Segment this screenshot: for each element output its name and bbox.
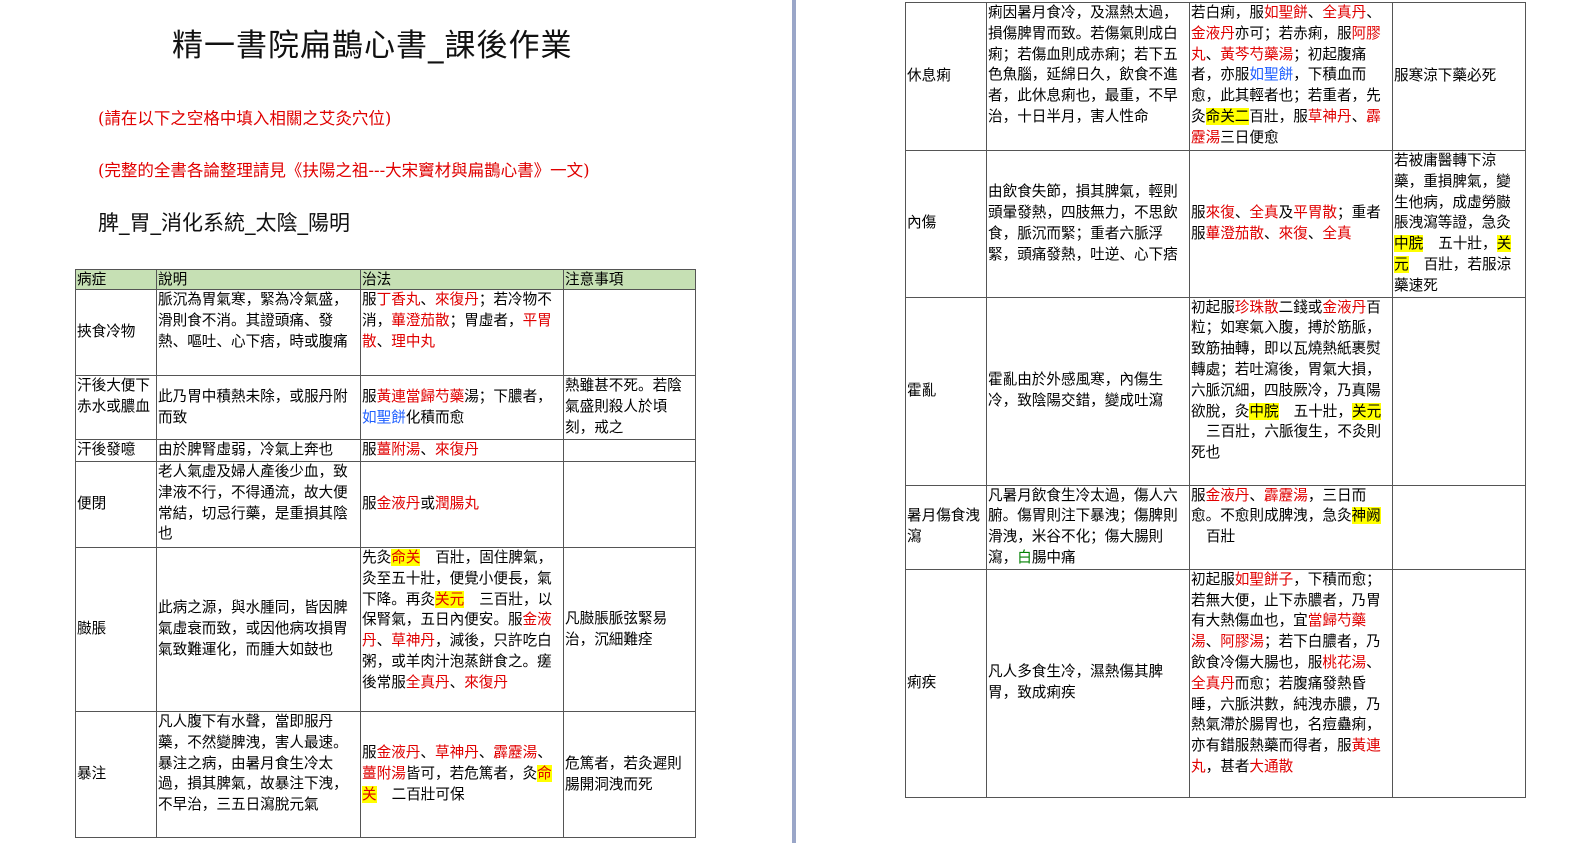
disease-cell: 內傷 <box>905 150 987 298</box>
treatment-cell: 初起服珍珠散二錢或金液丹百粒；如寒氣入腹，搏於筋脈，致筋抽轉，即以瓦燒熱紙裹熨轉… <box>1189 296 1393 486</box>
header-caution: 注意事項 <box>563 269 696 290</box>
explain-cell: 由飲食失節，損其脾氣，輕則頭暈發熱，四肢無力，不思飲食，脈沉而緊；重者六脈浮緊，… <box>986 150 1190 298</box>
treatment-cell: 服來復、全真及平胃散；重者服蓽澄茄散、來復、全真 <box>1189 150 1393 298</box>
table-row: 臌脹 此病之源，與水腫同，皆因脾氣虛衰而致，或因他病攻損胃氣致難運化，而腫大如鼓… <box>75 547 696 712</box>
explain-cell: 凡人多食生冷，濕熱傷其脾胃，致成痢疾 <box>986 568 1190 798</box>
caution-cell <box>563 289 696 376</box>
caution-cell <box>563 461 696 548</box>
table-row: 內傷 由飲食失節，損其脾氣，輕則頭暈發熱，四肢無力，不思飲食，脈沉而緊；重者六脈… <box>905 150 1526 298</box>
reference-note: (完整的全書各論整理請見《扶陽之祖---大宋竇材與扁鵲心書》一文) <box>98 161 590 180</box>
table-row: 挾食冷物 脈沉為胃氣寒，緊為冷氣盛，滑則食不消。其證頭痛、發熱、嘔吐、心下痞，時… <box>75 289 696 376</box>
explain-cell: 霍亂由於外感風寒，內傷生冷，致陰陽交錯，變成吐瀉 <box>986 296 1190 486</box>
table-header-row: 病症 說明 治法 注意事項 <box>75 269 696 290</box>
treatment-cell: 服黃連當歸芍藥湯；下膿者，如聖餅化積而愈 <box>360 375 564 440</box>
disease-cell: 暑月傷食洩瀉 <box>905 484 987 570</box>
header-treatment: 治法 <box>360 269 564 290</box>
acupoint-highlight: 关元 <box>1351 402 1382 420</box>
disease-cell: 臌脹 <box>75 547 157 712</box>
table-row: 暑月傷食洩瀉 凡暑月飲食生冷太過，傷人六腑。傷胃則注下暴洩；傷脾則滑洩，米谷不化… <box>905 484 1526 570</box>
caution-cell <box>1392 484 1526 570</box>
table-row: 暴注 凡人腹下有水聲，當即服丹藥，不然變脾洩，害人最速。暴注之病，由暑月食生冷太… <box>75 711 696 838</box>
table-row: 汗後發噫 由於脾腎虛弱，冷氣上奔也 服薑附湯、來復丹 <box>75 439 696 462</box>
symptom-table-page-2: 休息痢 痢因暑月食冷，及濕熱太過，損傷脾胃而致。若傷氣則成白痢；若傷血則成赤痢；… <box>905 2 1526 798</box>
instruction-note: (請在以下之空格中填入相關之艾灸穴位) <box>98 109 392 128</box>
treatment-cell: 先灸命关 百壯，固住脾氣，灸至五十壯，便覺小便長，氣下降。再灸关元 三百壯，以保腎氣… <box>360 547 564 712</box>
page-gutter-divider <box>792 0 796 843</box>
treatment-cell: 服金液丹或潤腸丸 <box>360 461 564 548</box>
explain-cell: 此乃胃中積熱未除，或服丹附而致 <box>156 375 361 440</box>
caution-cell: 熱雖甚不死。若陰氣盛則殺人於頃刻，戒之 <box>563 375 696 440</box>
table-row: 痢疾 凡人多食生冷，濕熱傷其脾胃，致成痢疾 初起服如聖餅子，下積而愈；若無大便，… <box>905 568 1526 798</box>
acupoint-highlight: 中脘 <box>1394 235 1424 253</box>
disease-cell: 霍亂 <box>905 296 987 486</box>
header-explain: 說明 <box>156 269 361 290</box>
treatment-cell: 服薑附湯、來復丹 <box>360 439 564 462</box>
acupoint-highlight: 关元 <box>434 590 465 608</box>
acupoint-highlight: 中脘 <box>1249 402 1279 420</box>
explain-cell: 凡暑月飲食生冷太過，傷人六腑。傷胃則注下暴洩；傷脾則滑洩，米谷不化；傷大腸則瀉，… <box>986 484 1190 570</box>
explain-cell: 老人氣虛及婦人產後少血，致津液不行，不得通流，故大便常結，切忌行藥，是重損其陰也 <box>156 461 361 548</box>
caution-cell <box>1392 296 1526 486</box>
caution-cell: 凡臌脹脈弦緊易治，沉細難痊 <box>563 547 696 712</box>
symptom-table-page-1: 病症 說明 治法 注意事項 挾食冷物 脈沉為胃氣寒，緊為冷氣盛，滑則食不消。其證… <box>75 269 696 838</box>
disease-cell: 汗後發噫 <box>75 439 157 462</box>
caution-cell <box>563 439 696 462</box>
treatment-cell: 服丁香丸、來復丹；若冷物不消，蓽澄茄散；胃虛者，平胃散、理中丸 <box>360 289 564 376</box>
caution-cell: 危篤者，若灸遲則腸開洞洩而死 <box>563 711 696 838</box>
caution-cell: 若被庸醫轉下涼藥，重損脾氣，變生他病，成虛勞臌脹洩瀉等證，急灸中脘 五十壯，关元百… <box>1392 150 1526 298</box>
table-row: 汗後大便下赤水或膿血 此乃胃中積熱未除，或服丹附而致 服黃連當歸芍藥湯；下膿者，… <box>75 375 696 440</box>
explain-cell: 由於脾腎虛弱，冷氣上奔也 <box>156 439 361 462</box>
disease-cell: 便閉 <box>75 461 157 548</box>
disease-cell: 挾食冷物 <box>75 289 157 376</box>
explain-cell: 脈沉為胃氣寒，緊為冷氣盛，滑則食不消。其證頭痛、發熱、嘔吐、心下痞，時或腹痛 <box>156 289 361 376</box>
section-heading: 脾_胃_消化系統_太陰_陽明 <box>98 211 350 235</box>
treatment-cell: 若白痢，服如聖餅、全真丹、金液丹亦可；若赤痢，服阿膠丸、黃芩芍藥湯；初起腹痛者，… <box>1189 2 1393 151</box>
acupoint-highlight: 命关 <box>391 549 421 566</box>
disease-cell: 汗後大便下赤水或膿血 <box>75 375 157 440</box>
acupoint-highlight: 命关二 <box>1205 107 1250 125</box>
disease-cell: 痢疾 <box>905 568 987 798</box>
table-row: 霍亂 霍亂由於外感風寒，內傷生冷，致陰陽交錯，變成吐瀉 初起服珍珠散二錢或金液丹… <box>905 296 1526 486</box>
explain-cell: 此病之源，與水腫同，皆因脾氣虛衰而致，或因他病攻損胃氣致難運化，而腫大如鼓也 <box>156 547 361 712</box>
table-row: 便閉 老人氣虛及婦人產後少血，致津液不行，不得通流，故大便常結，切忌行藥，是重損… <box>75 461 696 548</box>
caution-cell: 服寒涼下藥必死 <box>1392 2 1526 151</box>
caution-cell <box>1392 568 1526 798</box>
treatment-cell: 初起服如聖餅子，下積而愈；若無大便，止下赤膿者，乃胃有大熱傷血也，宜當歸芍藥湯、… <box>1189 568 1393 798</box>
explain-cell: 凡人腹下有水聲，當即服丹藥，不然變脾洩，害人最速。暴注之病，由暑月食生冷太過，損… <box>156 711 361 838</box>
document-title: 精一書院扁鵲心書_課後作業 <box>172 28 573 64</box>
disease-cell: 休息痢 <box>905 2 987 151</box>
acupoint-highlight: 神阙 <box>1351 507 1381 525</box>
header-disease: 病症 <box>75 269 157 290</box>
treatment-cell: 服金液丹、草神丹、霹靂湯、薑附湯皆可，若危篤者，灸命关 二百壯可保 <box>360 711 564 838</box>
table-row: 休息痢 痢因暑月食冷，及濕熱太過，損傷脾胃而致。若傷氣則成白痢；若傷血則成赤痢；… <box>905 2 1526 151</box>
disease-cell: 暴注 <box>75 711 157 838</box>
treatment-cell: 服金液丹、霹靂湯，三日而愈。不愈則成脾洩，急灸神阙百壯 <box>1189 484 1393 570</box>
explain-cell: 痢因暑月食冷，及濕熱太過，損傷脾胃而致。若傷氣則成白痢；若傷血則成赤痢；若下五色… <box>986 2 1190 151</box>
